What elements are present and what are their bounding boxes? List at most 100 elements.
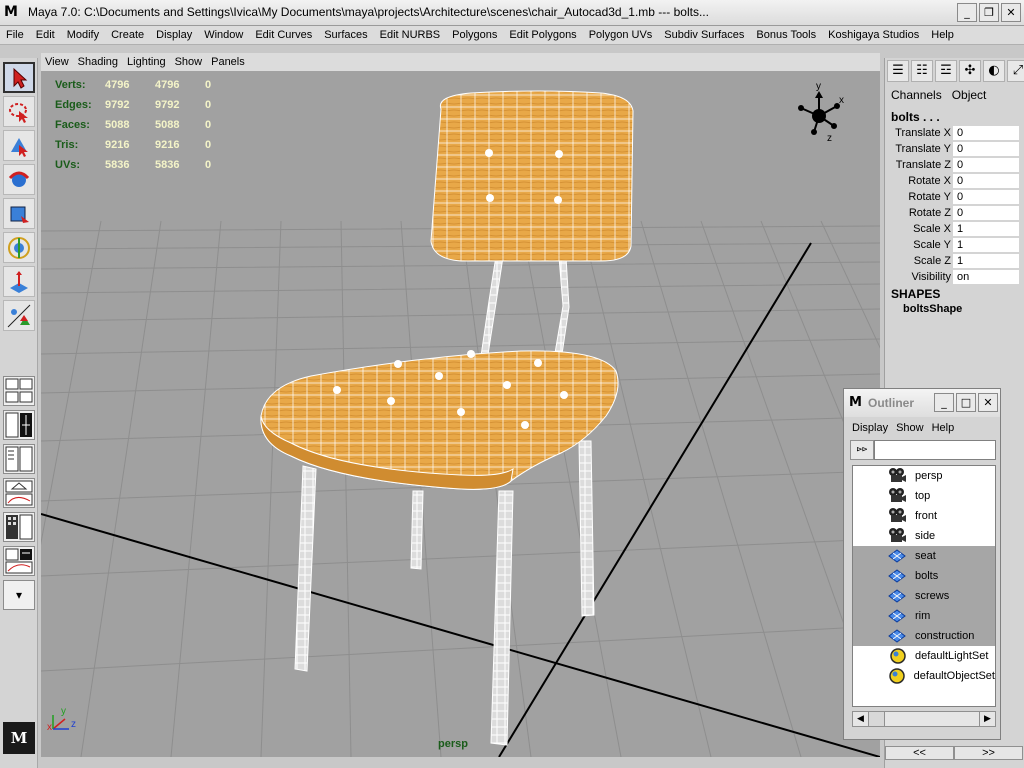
scale-tool-icon[interactable]	[3, 232, 35, 263]
outliner-item-rim[interactable]: rim	[853, 606, 995, 626]
menu-modify[interactable]: Modify	[61, 29, 105, 41]
menu-polygons[interactable]: Polygons	[446, 29, 503, 41]
panel-menu-shading[interactable]: Shading	[74, 56, 123, 68]
outliner-menu-help[interactable]: Help	[932, 422, 955, 434]
chair-leg-front-right	[490, 490, 514, 746]
expand-icon[interactable]: ⤢	[1007, 60, 1024, 82]
outliner-item-top[interactable]: top	[853, 486, 995, 506]
outliner-item-screws[interactable]: screws	[853, 586, 995, 606]
maximize-button[interactable]: ❐	[979, 3, 999, 22]
shape-node-name[interactable]: boltsShape	[903, 303, 962, 315]
layout-persp-graph-button[interactable]	[3, 478, 35, 508]
menu-help[interactable]: Help	[925, 29, 960, 41]
menu-display[interactable]: Display	[150, 29, 198, 41]
layout-hypershade-button[interactable]	[3, 512, 35, 542]
scroll-left-button[interactable]: <<	[885, 746, 954, 760]
camera-icon	[853, 487, 915, 505]
shading-ball-icon[interactable]: ◐	[983, 60, 1005, 82]
outliner-item-persp[interactable]: persp	[853, 466, 995, 486]
show-manipulator-icon[interactable]	[3, 300, 35, 331]
window-title: Maya 7.0: C:\Documents and Settings\Ivic…	[28, 5, 709, 19]
attr-value-field[interactable]: 0	[953, 173, 1019, 189]
scroll-left-arrow-icon[interactable]: ◀	[853, 712, 869, 726]
minimize-button[interactable]: _	[957, 3, 977, 22]
menu-surfaces[interactable]: Surfaces	[318, 29, 373, 41]
scroll-right-button[interactable]: >>	[954, 746, 1023, 760]
attr-value-field[interactable]: 0	[953, 141, 1019, 157]
attr-value-field[interactable]: 1	[953, 221, 1019, 237]
attr-value-field[interactable]: 0	[953, 125, 1019, 141]
move-tool-icon[interactable]	[3, 164, 35, 195]
channel-box-toggle-icon[interactable]: ☰	[887, 60, 909, 82]
outliner-list: persp top front side seat bolts screws rim const…	[852, 465, 996, 707]
layout-persp-outliner-button[interactable]	[3, 444, 35, 474]
compass-x-label: x	[839, 95, 844, 106]
lasso-tool-icon[interactable]	[3, 96, 35, 127]
camera-icon	[853, 507, 915, 525]
attr-value-field[interactable]: on	[953, 269, 1019, 285]
compass-y-label: y	[816, 81, 821, 92]
select-tool-icon[interactable]	[3, 62, 35, 93]
filter-arrows-icon[interactable]: ⊳⊳	[850, 440, 874, 460]
paint-select-tool-icon[interactable]	[3, 130, 35, 161]
outliner-menu-show[interactable]: Show	[896, 422, 924, 434]
attr-value-field[interactable]: 1	[953, 253, 1019, 269]
selected-object-name[interactable]: bolts . . .	[891, 110, 940, 124]
layout-more-button[interactable]: ▾	[3, 580, 35, 610]
attr-value-field[interactable]: 0	[953, 189, 1019, 205]
menu-subdiv-surfaces[interactable]: Subdiv Surfaces	[658, 29, 750, 41]
maya-logo-icon: M	[4, 4, 18, 20]
menu-edit-curves[interactable]: Edit Curves	[249, 29, 318, 41]
close-button[interactable]: ✕	[1001, 3, 1021, 22]
manipulator-icon[interactable]: ✣	[959, 60, 981, 82]
panel-menu-show[interactable]: Show	[171, 56, 208, 68]
menu-edit[interactable]: Edit	[30, 29, 61, 41]
universal-manipulator-icon[interactable]	[3, 266, 35, 297]
hud-row-faces: Faces: 5088 5088 0	[55, 119, 212, 131]
attr-value-field[interactable]: 0	[953, 205, 1019, 221]
outliner-close-button[interactable]: ✕	[978, 393, 998, 412]
menu-bonus-tools[interactable]: Bonus Tools	[750, 29, 822, 41]
outliner-search-input[interactable]	[874, 440, 996, 460]
layout-single-button[interactable]	[3, 376, 35, 406]
outliner-hscrollbar[interactable]: ◀ ▶	[852, 711, 996, 727]
grid-axis-z	[498, 242, 812, 757]
panel-menu-lighting[interactable]: Lighting	[123, 56, 171, 68]
menu-edit-polygons[interactable]: Edit Polygons	[503, 29, 582, 41]
perspective-viewport[interactable]: y x z x y z Verts: 4796 4796 0 Edges: 97…	[41, 71, 880, 757]
layout-four-view-button[interactable]	[3, 410, 35, 440]
outliner-menu-display[interactable]: Display	[852, 422, 888, 434]
outliner-item-construction[interactable]: construction	[853, 626, 995, 646]
outliner-item-seat[interactable]: seat	[853, 546, 995, 566]
scroll-right-arrow-icon[interactable]: ▶	[979, 712, 995, 726]
outliner-item-side[interactable]: side	[853, 526, 995, 546]
attribute-editor-toggle-icon[interactable]: ☷	[911, 60, 933, 82]
outliner-title: Outliner	[868, 396, 915, 410]
channel-box-scroll: << >>	[885, 746, 1023, 760]
outliner-minimize-button[interactable]: _	[934, 393, 954, 412]
outliner-item-front[interactable]: front	[853, 506, 995, 526]
outliner-title-bar[interactable]: M Outliner _ □ ✕	[844, 389, 1000, 417]
outliner-item-defaultobjectset[interactable]: defaultObjectSet	[853, 666, 995, 686]
layout-persp-graph-editor-button[interactable]	[3, 546, 35, 576]
outliner-item-bolts[interactable]: bolts	[853, 566, 995, 586]
panel-menu-view[interactable]: View	[41, 56, 74, 68]
outliner-item-defaultlightset[interactable]: defaultLightSet	[853, 646, 995, 666]
menu-koshigaya-studios[interactable]: Koshigaya Studios	[822, 29, 925, 41]
rotate-tool-icon[interactable]	[3, 198, 35, 229]
menu-file[interactable]: File	[0, 29, 30, 41]
scroll-thumb[interactable]	[869, 712, 885, 726]
menu-polygon-uvs[interactable]: Polygon UVs	[583, 29, 659, 41]
outliner-maximize-button[interactable]: □	[956, 393, 976, 412]
tool-settings-toggle-icon[interactable]: ☲	[935, 60, 957, 82]
attr-value-field[interactable]: 1	[953, 237, 1019, 253]
tab-object[interactable]: Object	[952, 88, 987, 102]
attr-row: Rotate Y0	[889, 189, 1019, 205]
attr-value-field[interactable]: 0	[953, 157, 1019, 173]
panel-menu-panels[interactable]: Panels	[207, 56, 250, 68]
menu-window[interactable]: Window	[198, 29, 249, 41]
outliner-window: M Outliner _ □ ✕ Display Show Help ⊳⊳ pe…	[843, 388, 1001, 740]
tab-channels[interactable]: Channels	[891, 88, 942, 102]
menu-edit-nurbs[interactable]: Edit NURBS	[374, 29, 447, 41]
menu-create[interactable]: Create	[105, 29, 150, 41]
